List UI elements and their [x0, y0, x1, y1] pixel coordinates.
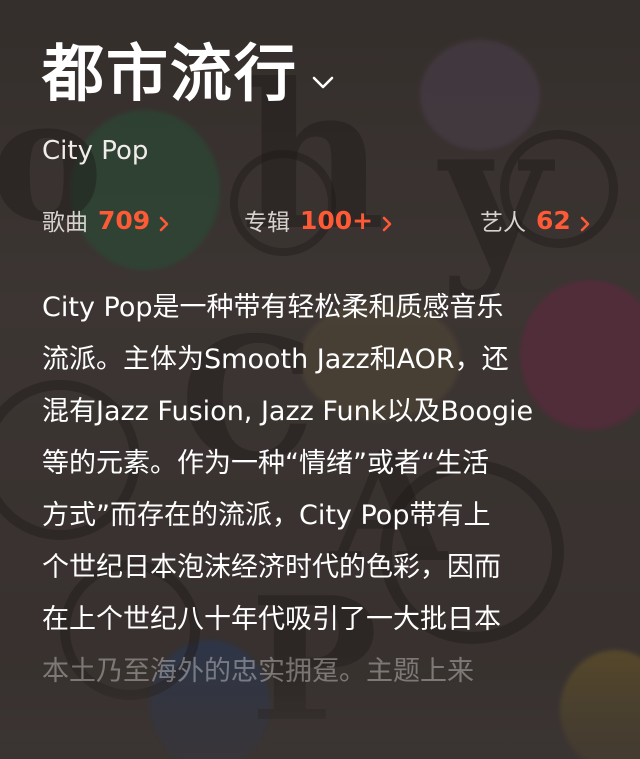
chevron-right-icon [381, 212, 393, 232]
description-line-truncated: 本土乃至海外的忠实拥趸。主题上来 [42, 656, 474, 687]
description-line: 在上个世纪八十年代吸引了一大批日本 [42, 604, 501, 635]
artists-count: 62 [536, 205, 571, 235]
albums-count: 100+ [300, 205, 374, 235]
description-line: 流派。主体为Smooth Jazz和AOR，还 [42, 344, 509, 375]
chevron-right-icon [158, 212, 170, 232]
genre-info: 都市流行 City Pop 歌曲 709 专辑 100+ 艺人 62 City … [42, 28, 610, 698]
songs-label: 歌曲 [42, 210, 88, 236]
genre-stats: 歌曲 709 专辑 100+ 艺人 62 [42, 200, 610, 240]
artists-label: 艺人 [480, 210, 526, 236]
chevron-down-icon[interactable] [312, 72, 334, 94]
artists-stat-link[interactable]: 艺人 62 [480, 200, 591, 240]
songs-stat-link[interactable]: 歌曲 709 [42, 200, 170, 240]
chevron-right-icon [579, 212, 591, 232]
genre-detail-screen: o h y C A P 都市流行 City Pop 歌曲 709 [0, 0, 640, 759]
description-line: City Pop是一种带有轻松柔和质感音乐 [42, 292, 504, 323]
songs-count: 709 [98, 205, 151, 235]
albums-label: 专辑 [244, 210, 290, 236]
genre-description: City Pop是一种带有轻松柔和质感音乐 流派。主体为Smooth Jazz和… [42, 282, 602, 698]
description-line: 方式”而存在的流派，City Pop带有上 [42, 500, 491, 531]
description-line: 等的元素。作为一种“情绪”或者“生活 [42, 448, 489, 479]
description-line: 混有Jazz Fusion, Jazz Funk以及Boogie [42, 396, 534, 427]
genre-title: 都市流行 [42, 37, 299, 110]
albums-stat-link[interactable]: 专辑 100+ [244, 200, 393, 240]
genre-title-row[interactable]: 都市流行 [42, 28, 610, 120]
description-line: 个世纪日本泡沫经济时代的色彩，因而 [42, 552, 501, 583]
genre-subtitle: City Pop [42, 136, 149, 166]
